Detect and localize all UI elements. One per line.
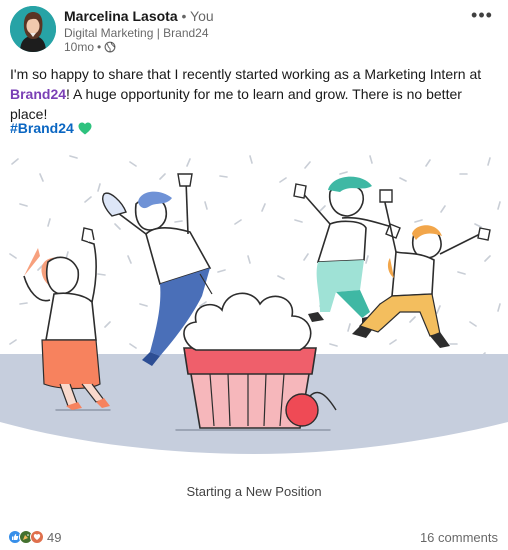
author-name[interactable]: Marcelina Lasota: [64, 8, 178, 24]
reaction-icons: [8, 530, 44, 544]
reaction-count: 49: [47, 529, 62, 545]
comments-count-link[interactable]: 16 comments: [420, 530, 498, 545]
avatar-photo: [10, 6, 56, 52]
time-separator: •: [97, 40, 102, 54]
card-footer: Starting a New Position: [0, 454, 508, 520]
connection-degree: You: [190, 8, 214, 24]
hashtag-row: #Brand24: [10, 118, 92, 138]
post-meta: 10mo •: [64, 40, 116, 54]
celebration-illustration[interactable]: [0, 144, 508, 454]
hashtag-link[interactable]: #Brand24: [10, 118, 74, 138]
company-mention[interactable]: Brand24: [10, 86, 66, 102]
author-line: Marcelina Lasota • You: [64, 7, 214, 25]
author-separator: •: [181, 8, 187, 24]
post-body: I'm so happy to share that I recently st…: [10, 64, 502, 124]
post-header: Marcelina Lasota • You Digital Marketing…: [10, 4, 498, 54]
author-headline: Digital Marketing | Brand24: [64, 26, 209, 40]
social-counts: 49 16 comments: [8, 526, 498, 548]
globe-icon: [104, 41, 116, 53]
post-card: Marcelina Lasota • You Digital Marketing…: [0, 0, 508, 550]
post-time: 10mo: [64, 40, 95, 54]
more-options-button[interactable]: •••: [468, 4, 496, 26]
love-icon: [30, 530, 44, 544]
reactions-summary[interactable]: 49: [8, 530, 61, 545]
green-heart-icon: [78, 122, 92, 134]
post-text-before: I'm so happy to share that I recently st…: [10, 66, 482, 82]
dancer-right-figure: [352, 189, 491, 348]
more-horizontal-icon: •••: [471, 4, 493, 25]
post-text-after: ! A huge opportunity for me to learn and…: [10, 86, 462, 122]
card-caption: Starting a New Position: [186, 484, 322, 499]
avatar[interactable]: [10, 6, 56, 52]
